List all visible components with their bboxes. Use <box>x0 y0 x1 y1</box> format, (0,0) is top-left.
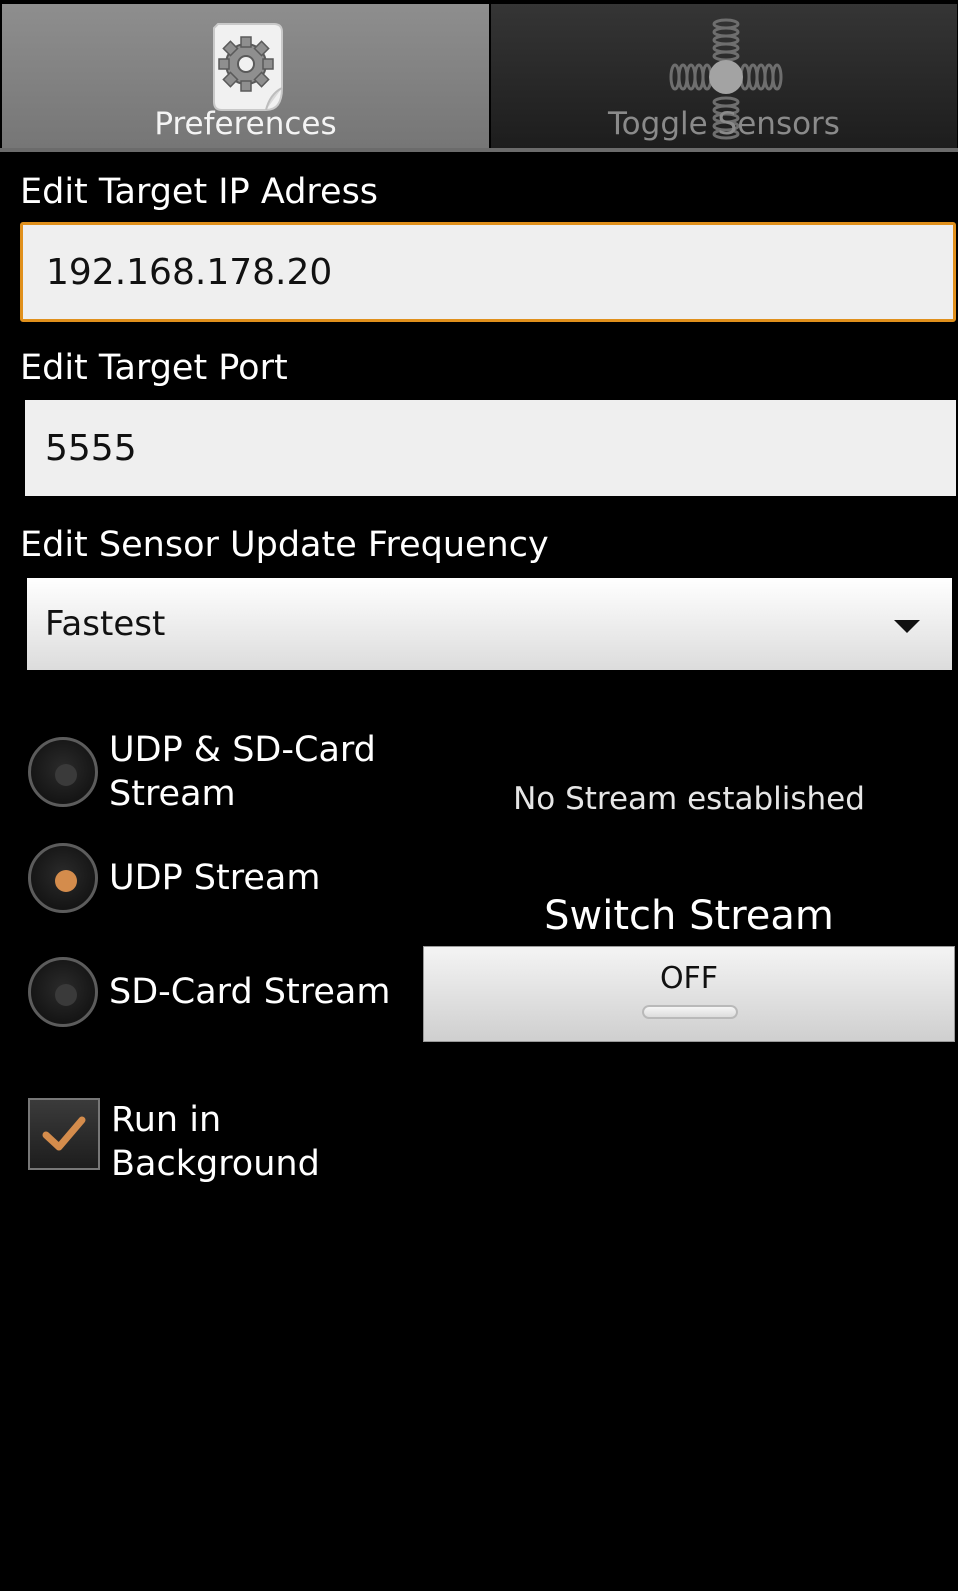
frequency-selected: Fastest <box>45 604 166 644</box>
tab-divider <box>0 148 958 152</box>
radio-button[interactable] <box>28 737 98 807</box>
radio-button-selected[interactable] <box>28 843 98 913</box>
radio-sd-card-stream[interactable]: SD-Card Stream <box>28 957 390 1027</box>
preferences-gear-icon <box>213 23 283 111</box>
checkmark-icon <box>42 1116 86 1151</box>
port-input[interactable]: 5555 <box>25 400 956 496</box>
switch-stream-toggle[interactable]: OFF <box>423 946 955 1042</box>
tab-toggle-sensors-label: Toggle Sensors <box>608 106 840 142</box>
frequency-dropdown[interactable]: Fastest <box>27 578 952 670</box>
switch-stream-title: Switch Stream <box>544 893 834 939</box>
tab-preferences[interactable]: Preferences <box>2 4 489 148</box>
chevron-down-icon <box>894 620 920 633</box>
radio-sd-card-label: SD-Card Stream <box>109 972 391 1012</box>
radio-button[interactable] <box>28 957 98 1027</box>
run-in-background-label: Run in Background <box>111 1100 320 1184</box>
stream-status: No Stream established <box>513 781 865 817</box>
ip-address-label: Edit Target IP Adress <box>20 172 379 212</box>
tab-preferences-label: Preferences <box>154 106 337 142</box>
tab-toggle-sensors[interactable]: Toggle Sensors <box>491 4 957 148</box>
toggle-indicator <box>642 1005 738 1019</box>
run-in-background-option[interactable]: Run in Background <box>28 1098 351 1186</box>
radio-udp-label: UDP Stream <box>109 858 321 898</box>
radio-udp-sd-card-stream[interactable]: UDP & SD-Card Stream <box>28 728 399 816</box>
ip-address-value: 192.168.178.20 <box>46 251 333 293</box>
toggle-state-label: OFF <box>659 961 719 996</box>
frequency-label: Edit Sensor Update Frequency <box>20 525 549 565</box>
port-label: Edit Target Port <box>20 348 288 388</box>
port-value: 5555 <box>45 427 137 469</box>
radio-udp-stream[interactable]: UDP Stream <box>28 843 320 913</box>
run-in-background-checkbox[interactable] <box>28 1098 100 1170</box>
tab-bar: Preferences Toggle Sensors <box>0 0 958 152</box>
ip-address-input[interactable]: 192.168.178.20 <box>20 222 956 322</box>
radio-udp-sd-card-label: UDP & SD-Card Stream <box>109 730 376 814</box>
